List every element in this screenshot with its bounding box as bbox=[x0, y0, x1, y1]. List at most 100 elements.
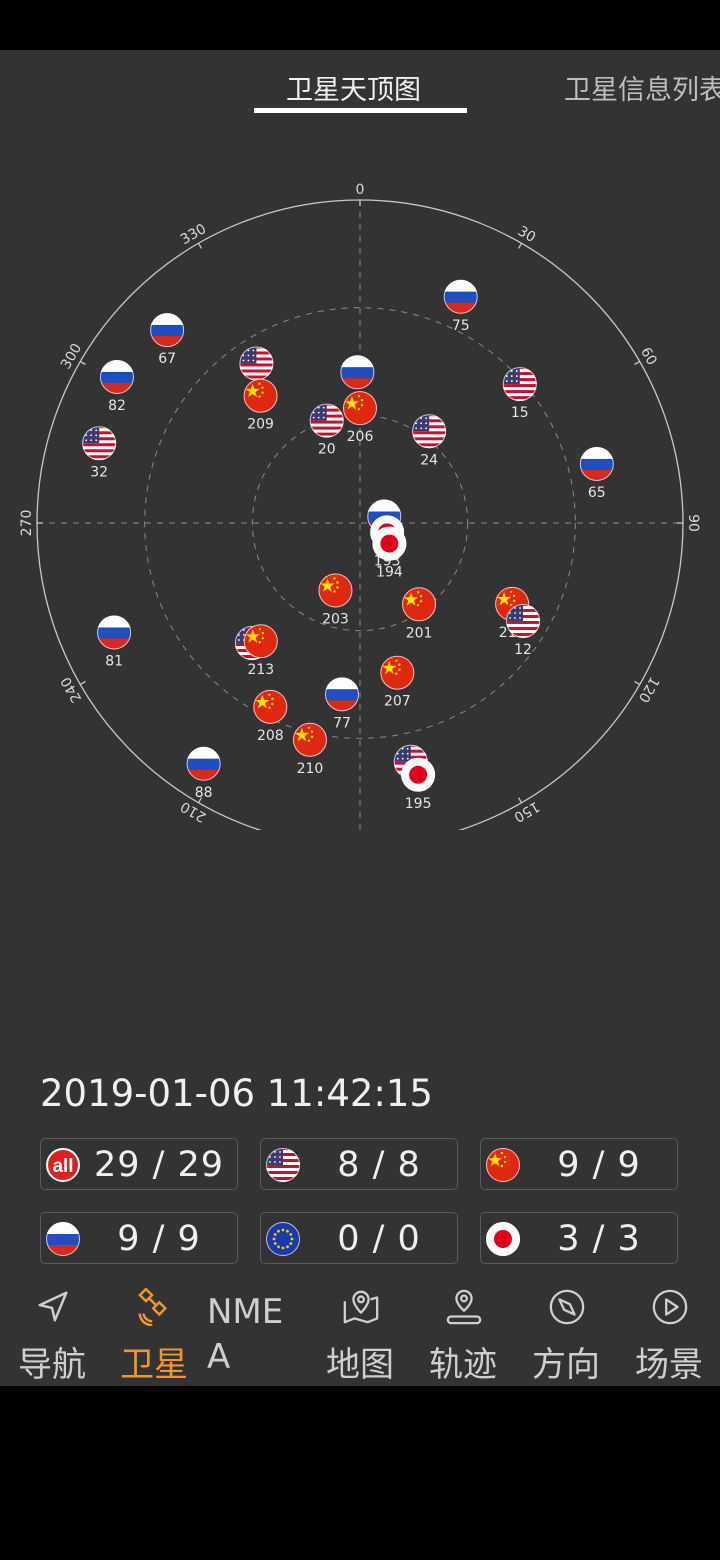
datetime-readout: 2019-01-06 11:42:15 bbox=[40, 1072, 433, 1115]
satellite-206: 206 bbox=[343, 391, 377, 445]
azimuth-label-210: 210 bbox=[178, 798, 209, 825]
nav-map-label: 地图 bbox=[326, 1345, 394, 1385]
satellite-label-82: 82 bbox=[108, 398, 126, 414]
nav-satellite-label: 卫星 bbox=[120, 1345, 188, 1385]
satellite-label-209: 209 bbox=[247, 417, 274, 433]
satellite-label-32: 32 bbox=[90, 464, 108, 480]
satellite-201: 201 bbox=[402, 587, 437, 641]
nav-scene[interactable]: 场景 bbox=[619, 1282, 719, 1385]
nav-direction-label: 方向 bbox=[532, 1345, 600, 1385]
satellite-208: 208 bbox=[253, 689, 288, 744]
stat-galileo-value: 0 / 0 bbox=[337, 1219, 421, 1259]
satellite-label-207: 207 bbox=[384, 694, 411, 710]
satellite-195: 195 bbox=[401, 757, 436, 812]
tab-satellite-list[interactable]: 卫星信息列表 bbox=[564, 68, 720, 107]
nav-map[interactable]: 地图 bbox=[310, 1282, 410, 1385]
map-pin-icon bbox=[343, 1290, 379, 1324]
azimuth-label-30: 30 bbox=[515, 223, 538, 246]
track-pin-icon bbox=[446, 1289, 482, 1325]
stat-galileo: 0 / 0 bbox=[260, 1212, 458, 1264]
svg-text:all: all bbox=[52, 1156, 73, 1177]
satellite-209: 209 bbox=[243, 378, 278, 433]
satellite-75: 75 bbox=[443, 279, 478, 334]
satellite-88: 88 bbox=[186, 746, 221, 801]
satellite-207: 207 bbox=[380, 655, 415, 710]
sky-plot: 0306090120150180210240270300330 67821066… bbox=[19, 182, 701, 830]
stat-qzss: 3 / 3 bbox=[480, 1212, 678, 1264]
azimuth-label-60: 60 bbox=[637, 345, 660, 368]
stat-all-value: 29 / 29 bbox=[93, 1145, 225, 1185]
nav-satellite[interactable]: 卫星 bbox=[104, 1282, 204, 1385]
nav-scene-label: 场景 bbox=[635, 1345, 703, 1385]
ru-flag-icon bbox=[46, 1222, 80, 1256]
satellite-label-77: 77 bbox=[333, 715, 351, 731]
satellite-77: 77 bbox=[324, 677, 359, 731]
azimuth-label-150: 150 bbox=[511, 798, 542, 825]
satellite-label-24: 24 bbox=[420, 452, 438, 468]
satellite-24: 24 bbox=[412, 414, 447, 468]
satellite-label-81: 81 bbox=[105, 653, 123, 669]
satellite-label-15: 15 bbox=[511, 405, 529, 421]
azimuth-label-0: 0 bbox=[356, 182, 365, 198]
satellite-label-210: 210 bbox=[297, 761, 324, 777]
satellite-label-195: 195 bbox=[405, 796, 432, 812]
satellite-label-20: 20 bbox=[318, 442, 336, 458]
nav-nmea-label-line2: A bbox=[207, 1337, 231, 1377]
satellite-icon bbox=[138, 1288, 168, 1326]
jp-flag-icon bbox=[486, 1222, 520, 1256]
azimuth-label-240: 240 bbox=[58, 674, 85, 705]
nav-track-label: 轨迹 bbox=[429, 1345, 497, 1385]
satellite-label-194: 194 bbox=[376, 565, 403, 581]
cn-flag-icon bbox=[486, 1148, 520, 1182]
azimuth-label-90: 90 bbox=[685, 514, 701, 532]
satellite-210: 210 bbox=[292, 722, 327, 777]
satellite-label-75: 75 bbox=[452, 318, 470, 334]
satellite-82: 82 bbox=[99, 359, 134, 414]
stat-beidou-value: 9 / 9 bbox=[557, 1145, 641, 1185]
satellite-81: 81 bbox=[97, 615, 132, 669]
nav-navigation[interactable]: 导航 bbox=[2, 1282, 102, 1385]
compass-icon bbox=[549, 1289, 585, 1325]
satellite-label-88: 88 bbox=[195, 785, 213, 801]
nav-direction[interactable]: 方向 bbox=[516, 1282, 616, 1385]
satellite-label-213: 213 bbox=[247, 662, 274, 678]
satellite-markers: 6782106675209206241520326561931948121412… bbox=[82, 279, 614, 812]
satellite-label-201: 201 bbox=[406, 625, 433, 641]
stat-gps: 8 / 8 bbox=[260, 1138, 458, 1190]
nav-nmea-label-line1: NME bbox=[207, 1292, 284, 1332]
navigation-arrow-icon bbox=[38, 1291, 68, 1322]
satellite-65: 65 bbox=[579, 446, 614, 501]
play-icon bbox=[652, 1289, 688, 1325]
azimuth-label-330: 330 bbox=[178, 221, 209, 248]
satellite-194: 194 bbox=[372, 526, 407, 581]
stat-glonass-value: 9 / 9 bbox=[117, 1219, 201, 1259]
satellite-label-67: 67 bbox=[158, 351, 176, 367]
satellite-32: 32 bbox=[82, 426, 117, 480]
azimuth-label-270: 270 bbox=[19, 510, 35, 537]
satellite-label-206: 206 bbox=[347, 429, 374, 445]
nav-track[interactable]: 轨迹 bbox=[413, 1282, 513, 1385]
azimuth-label-120: 120 bbox=[635, 674, 662, 705]
nav-navigation-label: 导航 bbox=[18, 1345, 86, 1385]
us-flag-icon bbox=[266, 1148, 300, 1182]
stat-all: all 29 / 29 bbox=[40, 1138, 238, 1190]
satellite-67: 67 bbox=[150, 313, 185, 367]
stat-qzss-value: 3 / 3 bbox=[557, 1219, 641, 1259]
satellite-213: 213 bbox=[243, 624, 278, 678]
satellite-label-208: 208 bbox=[257, 728, 284, 744]
satellite-label-65: 65 bbox=[588, 485, 606, 501]
active-tab-indicator bbox=[254, 108, 467, 113]
stat-glonass: 9 / 9 bbox=[40, 1212, 238, 1264]
stat-beidou: 9 / 9 bbox=[480, 1138, 678, 1190]
satellite-20: 20 bbox=[309, 403, 344, 458]
satellite-12: 12 bbox=[506, 603, 541, 658]
azimuth-label-300: 300 bbox=[58, 341, 85, 372]
satellite-203: 203 bbox=[318, 573, 353, 627]
stat-gps-value: 8 / 8 bbox=[337, 1145, 421, 1185]
satellite-15: 15 bbox=[502, 367, 537, 421]
tab-sky-view[interactable]: 卫星天顶图 bbox=[286, 68, 421, 107]
satellite-label-203: 203 bbox=[322, 611, 349, 627]
eu-flag-icon bbox=[266, 1222, 300, 1256]
sky-grid bbox=[36, 199, 684, 830]
nav-nmea[interactable]: NME A bbox=[207, 1282, 307, 1382]
